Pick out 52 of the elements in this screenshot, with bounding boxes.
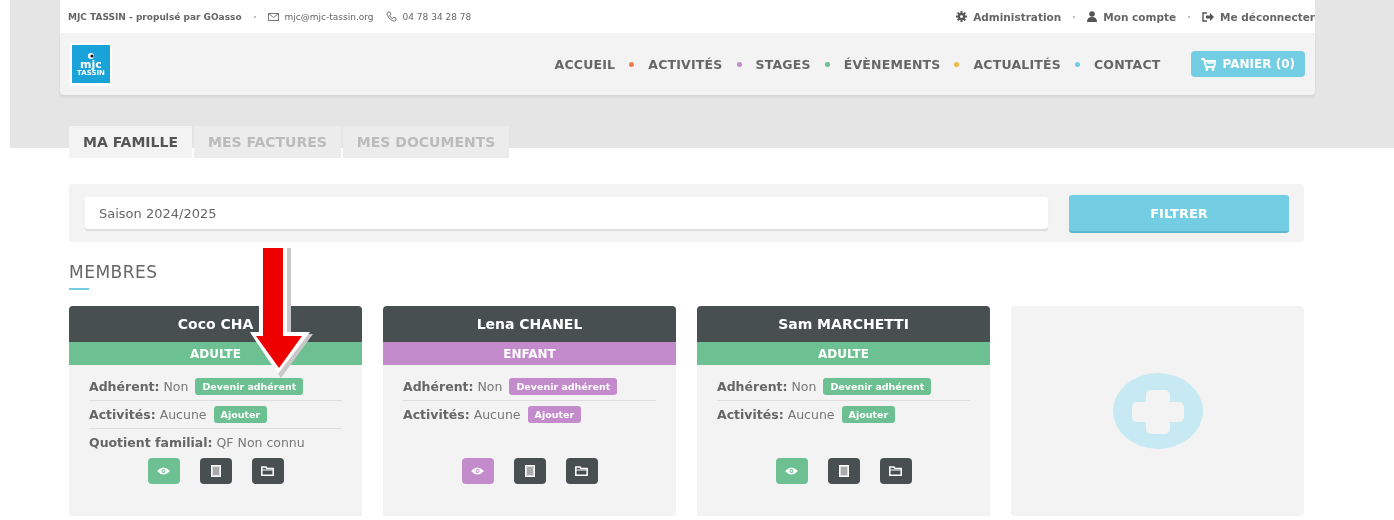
eye-icon: [471, 467, 484, 475]
member-name: Lena CHANEL: [383, 306, 676, 342]
member-type: ENFANT: [383, 342, 676, 365]
settings-icon: [956, 11, 968, 22]
nav-link[interactable]: ÉVÈNEMENTS: [843, 56, 941, 72]
member-info: Adhérent: Non: [89, 379, 189, 394]
add-icon: [1112, 373, 1203, 449]
member-info: Activités: Aucune: [717, 407, 835, 422]
user-icon: [1087, 11, 1098, 22]
account-link[interactable]: Me déconnecter: [1220, 10, 1315, 23]
member-type: ADULTE: [697, 342, 990, 365]
eye-icon: [785, 467, 798, 475]
folder-icon: [889, 466, 902, 476]
member-info: Activités: Aucune: [403, 407, 521, 422]
notebook-icon: [210, 465, 221, 477]
nav-link[interactable]: STAGES: [755, 56, 811, 72]
member-info: Quotient familial: QF Non connu: [89, 435, 305, 450]
eye-icon: [157, 467, 170, 475]
folder-icon: [261, 466, 274, 476]
season-field[interactable]: Saison 2024/2025: [85, 197, 1048, 229]
cart-icon: [1200, 57, 1216, 71]
email-link[interactable]: mjc@mjc-tassin.org: [284, 11, 374, 22]
account-link[interactable]: Administration: [973, 10, 1062, 23]
notes-button[interactable]: [827, 458, 860, 484]
folder-icon: [575, 466, 588, 476]
nav-link[interactable]: ACTUALITÉS: [973, 56, 1061, 72]
notes-button[interactable]: [513, 458, 546, 484]
notebook-icon: [524, 465, 535, 477]
member-name: Sam MARCHETTI: [697, 306, 990, 342]
action-button[interactable]: Ajouter: [527, 406, 582, 423]
account-link[interactable]: Mon compte: [1103, 10, 1177, 23]
nav-link[interactable]: CONTACT: [1094, 56, 1161, 72]
site-credit: MJC TASSIN - propulsé par GOasso: [68, 11, 242, 22]
member-info: Adhérent: Non: [717, 379, 817, 394]
tab[interactable]: MA FAMILLE: [69, 126, 192, 158]
phone-number: 04 78 34 28 78: [402, 11, 472, 22]
documents-button[interactable]: [879, 458, 912, 484]
documents-button[interactable]: [565, 458, 598, 484]
view-button[interactable]: [461, 458, 494, 484]
action-button[interactable]: Devenir adhérent: [509, 378, 618, 395]
section-title: MEMBRES: [69, 262, 158, 282]
mail-icon: [267, 12, 279, 21]
phone-icon: [385, 11, 397, 22]
nav-link[interactable]: ACTIVITÉS: [648, 56, 723, 72]
logout-icon: [1202, 11, 1215, 22]
notebook-icon: [838, 465, 849, 477]
member-info: Activités: Aucune: [89, 407, 207, 422]
nav-link[interactable]: ACCUEIL: [554, 56, 616, 72]
documents-button[interactable]: [251, 458, 284, 484]
member-info: Adhérent: Non: [403, 379, 503, 394]
title-underline: [69, 288, 89, 290]
notes-button[interactable]: [199, 458, 232, 484]
